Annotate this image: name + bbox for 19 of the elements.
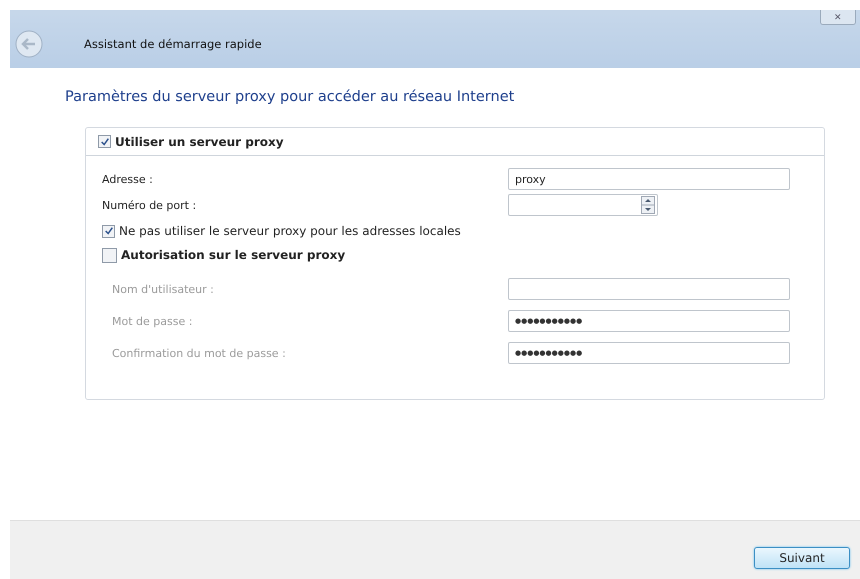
input-field[interactable]: proxy <box>508 168 790 190</box>
checkbox[interactable] <box>102 224 115 238</box>
field-label: Nom d'utilisateur : <box>111 282 214 296</box>
next-button[interactable]: Suivant <box>754 547 850 569</box>
checkbox[interactable] <box>102 248 117 262</box>
checkbox-label: Autorisation sur le serveur proxy <box>121 248 346 262</box>
field-label: Confirmation du mot de passe : <box>111 346 286 360</box>
spin-arrows-icon[interactable] <box>641 196 655 214</box>
field-label: Adresse : <box>102 172 153 186</box>
field-label: Mot de passe : <box>111 314 192 328</box>
checkbox-label: Utiliser un serveur proxy <box>115 134 284 148</box>
page-heading: Paramètres du serveur proxy pour accéder au réseau Internet <box>65 89 516 105</box>
checkbox[interactable] <box>98 135 111 148</box>
spin-field[interactable] <box>508 194 658 216</box>
field-label: Numéro de port : <box>102 198 196 212</box>
window-title: Assistant de démarrage rapide <box>84 37 262 51</box>
checkbox-label: Ne pas utiliser le serveur proxy pour les adresses locales <box>119 224 461 238</box>
close-button[interactable]: ✕ <box>820 10 856 25</box>
input-field[interactable] <box>508 278 790 300</box>
